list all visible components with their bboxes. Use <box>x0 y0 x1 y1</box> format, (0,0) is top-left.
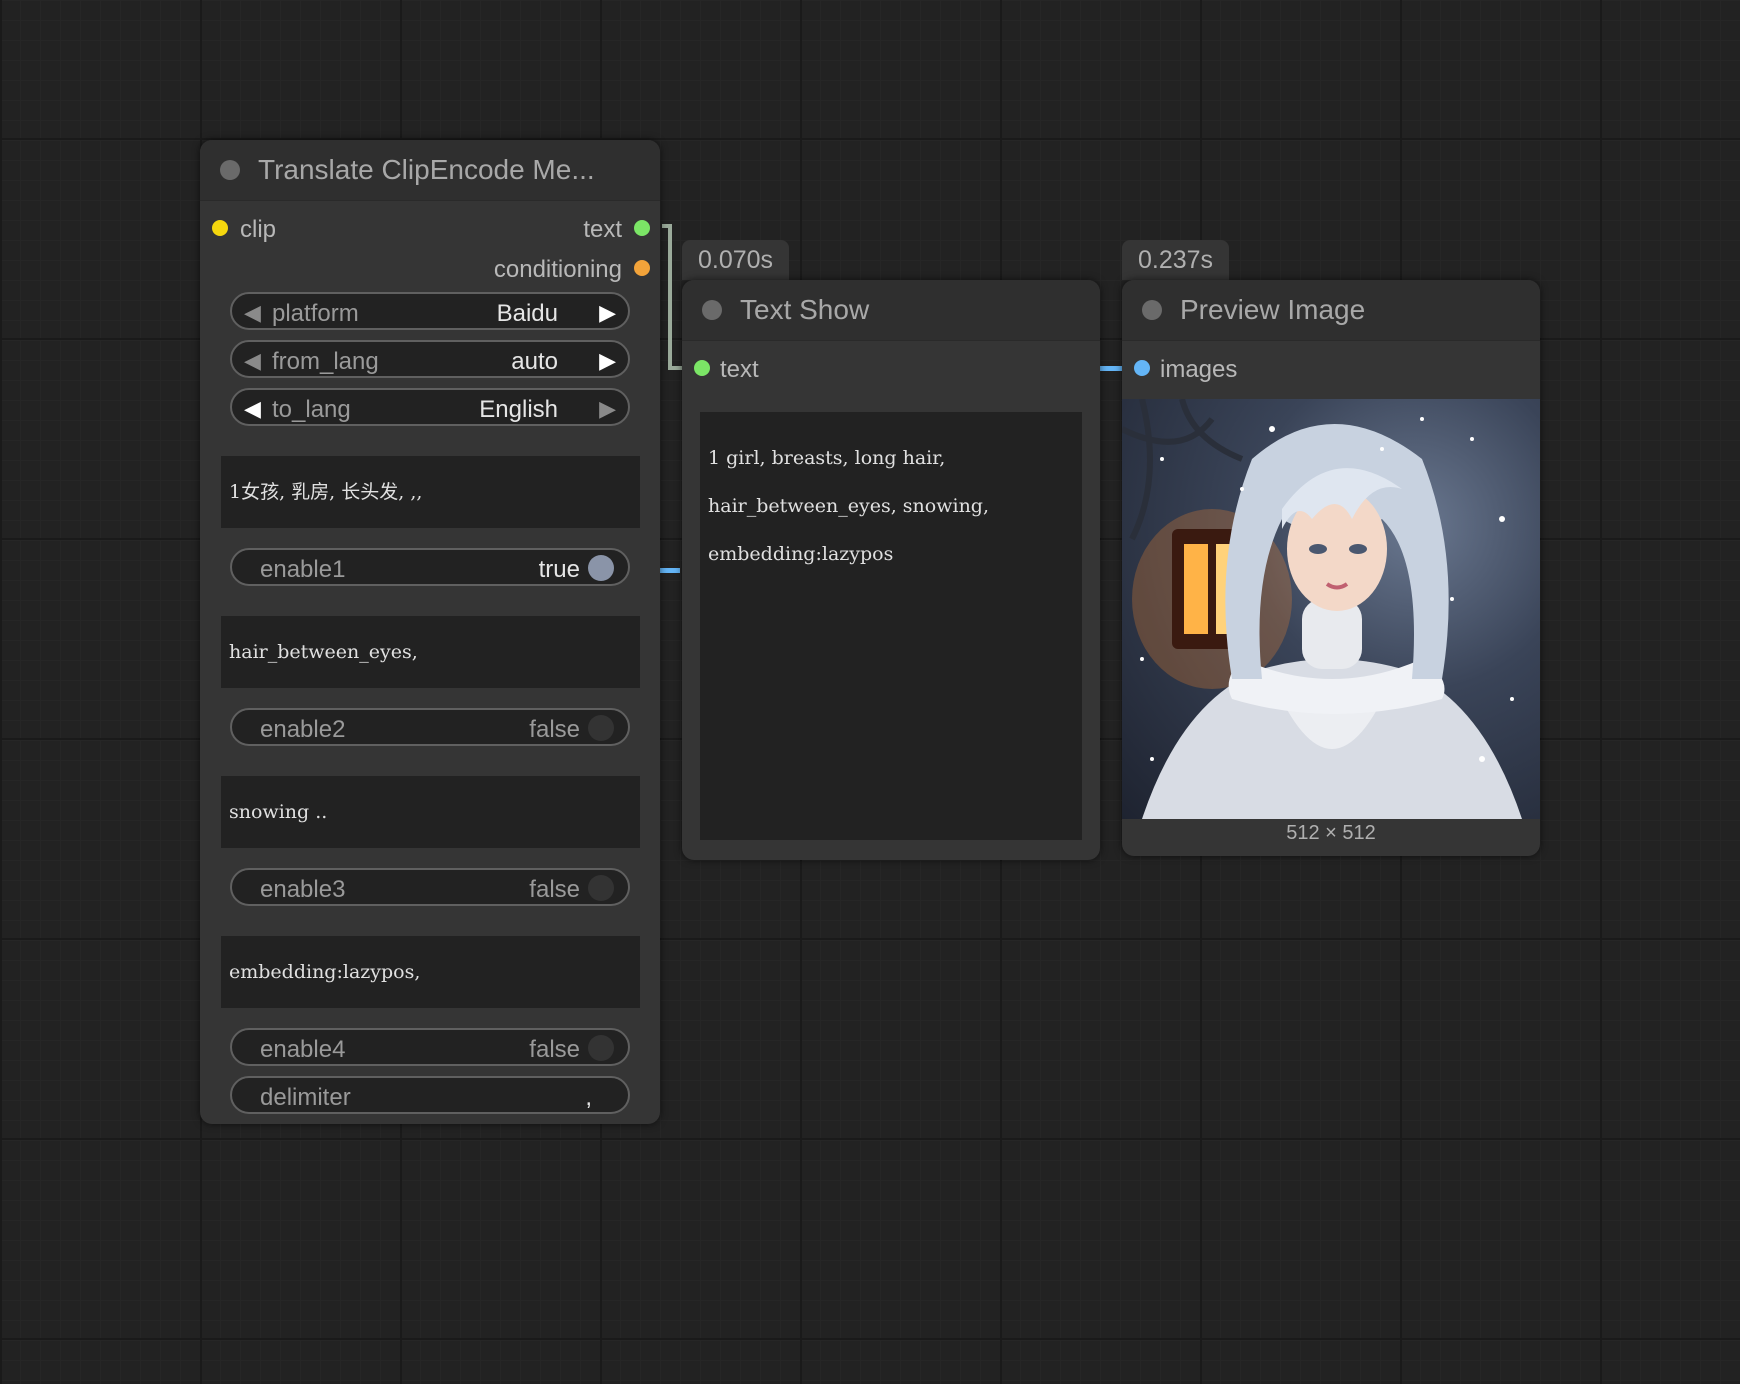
field-value: , <box>585 1084 592 1111</box>
toggle-value: false <box>529 876 580 903</box>
conditioning-output-dot[interactable] <box>634 260 650 276</box>
combo-value: Baidu <box>496 300 558 327</box>
text4-textarea[interactable]: embedding:lazypos, <box>221 936 640 1008</box>
enable2-toggle[interactable]: enable2 false <box>230 708 630 746</box>
toggle-value: false <box>529 1036 580 1063</box>
text-line: embedding:lazypos <box>708 543 894 565</box>
text-show-node[interactable]: Text Show text 1 girl, breasts, long hai… <box>682 280 1100 860</box>
preview-image[interactable] <box>1122 399 1540 819</box>
images-input-label: images <box>1160 356 1238 383</box>
combo-label: from_lang <box>272 348 379 375</box>
conditioning-output-label: conditioning <box>493 256 622 283</box>
left-arrow-icon[interactable]: ◀ <box>244 396 261 422</box>
node-title: Translate ClipEncode Me... <box>258 154 595 185</box>
toggle-label: enable1 <box>260 556 346 583</box>
text-output-label: text <box>583 216 622 243</box>
toggle-label: enable4 <box>260 1036 346 1063</box>
toggle-knob-icon <box>588 875 614 901</box>
right-arrow-icon[interactable]: ▶ <box>599 396 616 422</box>
field-label: delimiter <box>260 1084 351 1111</box>
toggle-knob-icon <box>588 555 614 581</box>
text-line: 1 girl, breasts, long hair, <box>708 447 946 469</box>
from-lang-combo[interactable]: ◀ from_lang auto ▶ <box>230 340 630 378</box>
right-arrow-icon[interactable]: ▶ <box>599 348 616 374</box>
node-title: Text Show <box>740 294 870 325</box>
clip-input-label: clip <box>240 216 277 243</box>
node-title-bar[interactable]: Text Show <box>682 280 1100 341</box>
text-display-area[interactable]: 1 girl, breasts, long hair, hair_between… <box>700 412 1082 840</box>
text-input-dot[interactable] <box>694 360 710 376</box>
translate-clipencode-node[interactable]: Translate ClipEncode Me... clip text con… <box>200 140 660 1124</box>
combo-value: English <box>479 396 558 423</box>
text1-textarea[interactable]: 1女孩, 乳房, 长头发, ,, <box>221 456 640 528</box>
toggle-value: true <box>538 556 580 583</box>
toggle-knob-icon <box>588 715 614 741</box>
image-wire <box>1100 366 1122 371</box>
collapse-dot-icon[interactable] <box>220 160 240 180</box>
toggle-value: false <box>529 716 580 743</box>
preview-image-node[interactable]: Preview Image images 512 × 512 <box>1122 280 1540 856</box>
images-input-dot[interactable] <box>1134 360 1150 376</box>
combo-label: to_lang <box>272 396 351 423</box>
image-size-caption: 512 × 512 <box>1286 822 1376 844</box>
platform-combo[interactable]: ◀ platform Baidu ▶ <box>230 292 630 330</box>
toggle-label: enable3 <box>260 876 346 903</box>
left-arrow-icon[interactable]: ◀ <box>244 300 261 326</box>
toggle-knob-icon <box>588 1035 614 1061</box>
stub-wire <box>660 568 680 573</box>
text-output-dot[interactable] <box>634 220 650 236</box>
text2-textarea[interactable]: hair_between_eyes, <box>221 616 640 688</box>
enable3-toggle[interactable]: enable3 false <box>230 868 630 906</box>
text-wire-end <box>668 366 682 370</box>
text-line: hair_between_eyes, snowing, <box>708 495 990 517</box>
right-arrow-icon[interactable]: ▶ <box>599 300 616 326</box>
enable4-toggle[interactable]: enable4 false <box>230 1028 630 1066</box>
combo-value: auto <box>511 348 558 375</box>
node-title-bar[interactable]: Translate ClipEncode Me... <box>200 140 660 201</box>
node-title-bar[interactable]: Preview Image <box>1122 280 1540 341</box>
execution-time-badge: 0.070s <box>682 240 790 280</box>
toggle-label: enable2 <box>260 716 346 743</box>
text-input-label: text <box>720 356 759 383</box>
collapse-dot-icon[interactable] <box>1142 300 1162 320</box>
combo-label: platform <box>272 300 359 327</box>
generated-portrait-image <box>1122 399 1522 819</box>
left-arrow-icon[interactable]: ◀ <box>244 348 261 374</box>
collapse-dot-icon[interactable] <box>702 300 722 320</box>
clip-input-dot[interactable] <box>212 220 228 236</box>
to-lang-combo[interactable]: ◀ to_lang English ▶ <box>230 388 630 426</box>
enable1-toggle[interactable]: enable1 true <box>230 548 630 586</box>
text-wire-vertical <box>668 224 672 370</box>
text3-textarea[interactable]: snowing .. <box>221 776 640 848</box>
node-title: Preview Image <box>1180 294 1366 325</box>
execution-time-badge: 0.237s <box>1122 240 1230 280</box>
delimiter-field[interactable]: delimiter , <box>230 1076 630 1114</box>
